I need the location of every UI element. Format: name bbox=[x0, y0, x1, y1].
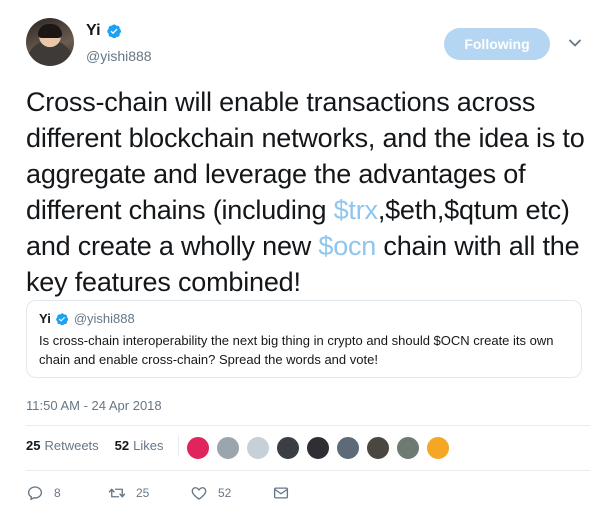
quoted-tweet-text: Is cross-chain interoperability the next… bbox=[39, 333, 554, 367]
envelope-icon bbox=[273, 487, 289, 499]
direct-message-button[interactable] bbox=[272, 484, 290, 502]
quoted-user-row: Yi @yishi888 bbox=[39, 311, 135, 326]
reply-icon bbox=[27, 486, 43, 501]
verified-badge-icon bbox=[106, 24, 121, 39]
retweet-button[interactable]: 25 bbox=[108, 484, 190, 502]
tweet-actions: 8 25 52 bbox=[26, 484, 290, 502]
like-button[interactable]: 52 bbox=[190, 484, 272, 502]
chevron-down-icon[interactable] bbox=[568, 36, 582, 50]
liker-avatar-3[interactable] bbox=[246, 436, 270, 460]
tweet-card: Yi @yishi888 Following Cross-chain will … bbox=[0, 0, 616, 514]
quoted-user-name: Yi bbox=[39, 311, 51, 326]
cashtag-trx[interactable]: $trx bbox=[334, 195, 378, 225]
liker-avatar-6[interactable] bbox=[336, 436, 360, 460]
avatar-hair bbox=[38, 24, 62, 38]
quoted-tweet[interactable]: Yi @yishi888 Is cross-chain interoperabi… bbox=[26, 300, 582, 378]
reply-count: 8 bbox=[54, 486, 61, 500]
like-count: 52 bbox=[218, 486, 232, 500]
likes-count[interactable]: 52 bbox=[115, 438, 129, 453]
reply-button[interactable]: 8 bbox=[26, 484, 108, 502]
liker-avatar-4[interactable] bbox=[276, 436, 300, 460]
liker-avatar-5[interactable] bbox=[306, 436, 330, 460]
engagement-stats: 25 Retweets 52 Likes bbox=[26, 438, 180, 453]
quoted-user-handle: @yishi888 bbox=[73, 311, 135, 326]
retweets-label[interactable]: Retweets bbox=[44, 438, 98, 453]
following-button[interactable]: Following bbox=[444, 28, 550, 60]
heart-icon bbox=[191, 487, 207, 500]
user-name-row: Yi bbox=[86, 22, 122, 40]
liker-avatar-8[interactable] bbox=[396, 436, 420, 460]
liker-avatar-1[interactable] bbox=[186, 436, 210, 460]
likers-avatars bbox=[186, 436, 456, 460]
likes-label[interactable]: Likes bbox=[133, 438, 163, 453]
retweets-count[interactable]: 25 bbox=[26, 438, 40, 453]
tweet-timestamp[interactable]: 11:50 AM - 24 Apr 2018 bbox=[26, 398, 162, 413]
cashtag-ocn[interactable]: $ocn bbox=[318, 231, 376, 261]
retweet-icon bbox=[108, 488, 126, 498]
avatar[interactable] bbox=[26, 18, 74, 66]
tweet-text: Cross-chain will enable transactions acr… bbox=[26, 84, 596, 300]
verified-badge-icon bbox=[55, 312, 68, 325]
user-name[interactable]: Yi bbox=[86, 22, 101, 40]
liker-avatar-2[interactable] bbox=[216, 436, 240, 460]
divider bbox=[26, 425, 590, 426]
liker-avatar-7[interactable] bbox=[366, 436, 390, 460]
liker-avatar-9[interactable] bbox=[426, 436, 450, 460]
user-handle[interactable]: @yishi888 bbox=[86, 48, 152, 64]
stats-separator bbox=[178, 435, 179, 457]
divider bbox=[26, 470, 590, 471]
retweet-count: 25 bbox=[136, 486, 150, 500]
